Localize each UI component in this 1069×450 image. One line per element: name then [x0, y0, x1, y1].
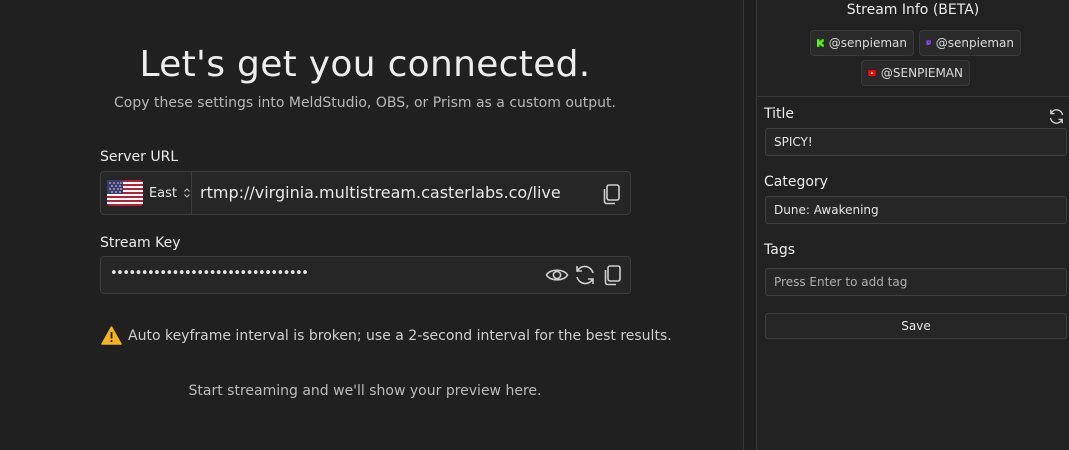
keyframe-warning: Auto keyframe interval is broken; use a … [101, 326, 672, 345]
warning-text: Auto keyframe interval is broken; use a … [128, 327, 672, 344]
category-label: Category [764, 174, 828, 190]
sidebar-title: Stream Info (BETA) [846, 2, 980, 18]
server-url-value[interactable]: rtmp://virginia.multistream.casterlabs.c… [200, 183, 561, 202]
stream-key-value[interactable]: •••••••••••••••••••••••••••••••• [110, 266, 309, 281]
warning-icon [101, 326, 122, 345]
title-label: Title [764, 106, 795, 122]
save-button[interactable]: Save [765, 313, 1067, 339]
regenerate-icon[interactable] [573, 263, 597, 287]
server-url-field: East rtmp://virginia.multistream.casterl… [100, 171, 631, 215]
title-input[interactable]: SPICY! [765, 128, 1067, 156]
region-label: East [148, 185, 178, 201]
connection-panel: Let's get you connected. Copy these sett… [0, 0, 744, 450]
page-subtitle: Copy these settings into MeldStudio, OBS… [114, 95, 616, 111]
preview-placeholder: Start streaming and we'll show your prev… [188, 383, 542, 399]
refresh-icon[interactable] [1048, 108, 1065, 125]
page-title: Let's get you connected. [139, 44, 591, 85]
chevron-up-down-icon [184, 188, 190, 198]
account-handle: @SENPIEMAN [880, 66, 963, 80]
eye-icon[interactable] [545, 263, 569, 287]
stream-key-field: •••••••••••••••••••••••••••••••• [100, 256, 631, 294]
sidebar-divider [757, 96, 1069, 97]
account-pill-youtube[interactable]: @SENPIEMAN [861, 60, 970, 86]
tags-input[interactable]: Press Enter to add tag [765, 268, 1067, 296]
twitch-icon [926, 40, 931, 46]
stream-info-sidebar: Stream Info (BETA) @senpieman @senpieman… [757, 0, 1069, 450]
copy-url-icon[interactable] [601, 182, 623, 206]
server-url-label: Server URL [100, 149, 179, 165]
category-input[interactable]: Dune: Awakening [765, 196, 1067, 224]
youtube-icon [868, 69, 876, 77]
account-handle: @senpieman [828, 36, 907, 50]
account-pill-twitch[interactable]: @senpieman [919, 30, 1021, 56]
us-flag-icon [107, 180, 143, 206]
region-select[interactable]: East [101, 172, 192, 214]
account-pill-kick[interactable]: @senpieman [810, 30, 914, 56]
panel-gutter[interactable] [744, 0, 756, 450]
account-handle: @senpieman [935, 36, 1014, 50]
kick-icon [817, 39, 824, 47]
stream-key-label: Stream Key [100, 235, 181, 251]
copy-key-icon[interactable] [601, 263, 625, 287]
tags-label: Tags [764, 242, 795, 258]
